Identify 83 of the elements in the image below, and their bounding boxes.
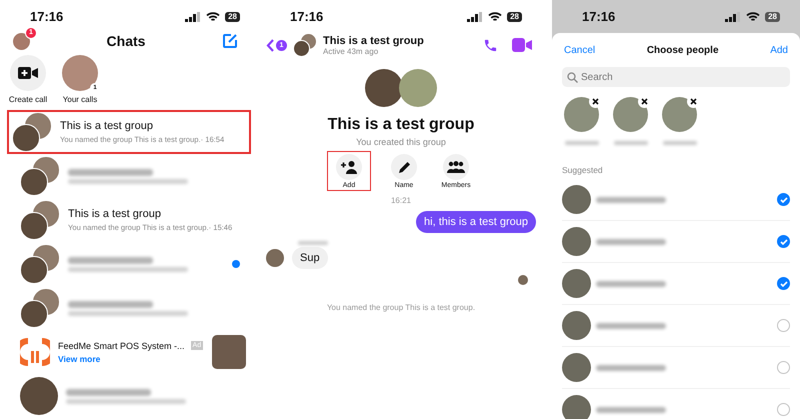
- ad-photo: [212, 335, 246, 369]
- avatar-photo: [562, 185, 591, 214]
- add-person-icon: [341, 160, 357, 174]
- blurred-name: [596, 196, 666, 202]
- group-avatar-photo: [20, 288, 60, 328]
- battery-indicator: 28: [225, 12, 240, 22]
- blurred-name: [596, 322, 666, 328]
- group-avatar-photo: [20, 244, 60, 284]
- created-note: You created this group: [356, 137, 446, 147]
- selection-checkbox[interactable]: [777, 319, 790, 332]
- chat-name: This is a test group: [68, 208, 162, 220]
- app-logo-icon: [20, 337, 50, 367]
- read-receipt-avatar: [518, 275, 528, 285]
- active-status: Active 43m ago: [323, 46, 380, 56]
- system-note: You named the group This is a test group.: [326, 303, 476, 312]
- search-icon: [567, 72, 578, 83]
- profile-avatar-photo[interactable]: [13, 32, 30, 50]
- conversation-title: This is a test group: [323, 34, 425, 46]
- signal-icon: [467, 12, 484, 22]
- video-camera-icon: [18, 67, 38, 79]
- checkmark-icon: [780, 196, 788, 202]
- blurred-name: [596, 406, 666, 412]
- group-name: This is a test group: [328, 116, 474, 134]
- pencil-icon: [398, 160, 410, 174]
- signal-icon: [725, 12, 742, 22]
- blurred-name: [596, 280, 666, 286]
- status-time: 17:16: [582, 9, 616, 24]
- group-avatar-photo: [12, 112, 52, 152]
- outgoing-message: hi, this is a test group: [416, 211, 536, 233]
- selection-checkbox[interactable]: [777, 277, 790, 290]
- blurred-name: [596, 364, 666, 370]
- view-more-link[interactable]: View more: [58, 354, 204, 364]
- selection-checkbox[interactable]: [777, 193, 790, 206]
- signal-icon: [185, 12, 202, 22]
- group-avatar-photo: [20, 200, 60, 240]
- avatar-photo: [562, 353, 591, 382]
- blurred-name: [614, 141, 648, 145]
- sheet-title: Choose people: [646, 44, 719, 56]
- add-button[interactable]: Add: [770, 44, 788, 56]
- blurred-name: [596, 238, 666, 244]
- blurred-name: [662, 141, 696, 145]
- selection-checkbox[interactable]: [777, 235, 790, 248]
- cancel-button[interactable]: Cancel: [564, 44, 596, 56]
- group-avatar-photo: [293, 33, 317, 57]
- avatar-photo: [562, 395, 591, 419]
- section-heading: Suggested: [562, 165, 604, 175]
- battery-indicator: 28: [507, 12, 522, 22]
- people-icon: [447, 161, 465, 173]
- sender-avatar-photo: [266, 249, 284, 267]
- checkmark-icon: [780, 238, 788, 244]
- video-camera-icon[interactable]: [512, 38, 532, 52]
- avatar-photo: [562, 269, 591, 298]
- wifi-icon: [746, 12, 760, 22]
- checkmark-icon: [780, 280, 788, 286]
- blurred-name: [564, 141, 598, 145]
- status-time: 17:16: [290, 9, 324, 24]
- shortcut-label: Your calls: [62, 95, 98, 104]
- close-icon: [690, 98, 697, 105]
- phone-icon[interactable]: [483, 38, 498, 52]
- search-field[interactable]: Search: [562, 67, 790, 87]
- chat-name: This is a test group: [60, 120, 154, 132]
- avatar-photo: [562, 311, 591, 340]
- close-icon: [592, 98, 599, 105]
- message-timestamp: 16:21: [390, 196, 412, 205]
- incoming-message: Sup: [292, 247, 328, 269]
- battery-indicator: 28: [765, 12, 780, 22]
- selection-checkbox[interactable]: [777, 403, 790, 416]
- wifi-icon: [488, 12, 502, 22]
- avatar-photo: [20, 377, 58, 415]
- create-call-button[interactable]: [10, 55, 46, 91]
- group-photo: [365, 69, 437, 107]
- screen-title: Chats: [106, 33, 146, 49]
- group-avatar-photo: [20, 156, 60, 196]
- avatar-photo: [562, 227, 591, 256]
- back-chevron-icon: [266, 38, 274, 52]
- blurred-sender-name: [298, 241, 328, 245]
- shortcut-label: Create call: [8, 95, 48, 104]
- selection-checkbox[interactable]: [777, 361, 790, 374]
- compose-icon[interactable]: [222, 33, 238, 49]
- status-time: 17:16: [30, 9, 64, 24]
- wifi-icon: [206, 12, 220, 22]
- chat-name: FeedMe Smart POS System -...: [58, 340, 185, 350]
- close-icon: [641, 98, 648, 105]
